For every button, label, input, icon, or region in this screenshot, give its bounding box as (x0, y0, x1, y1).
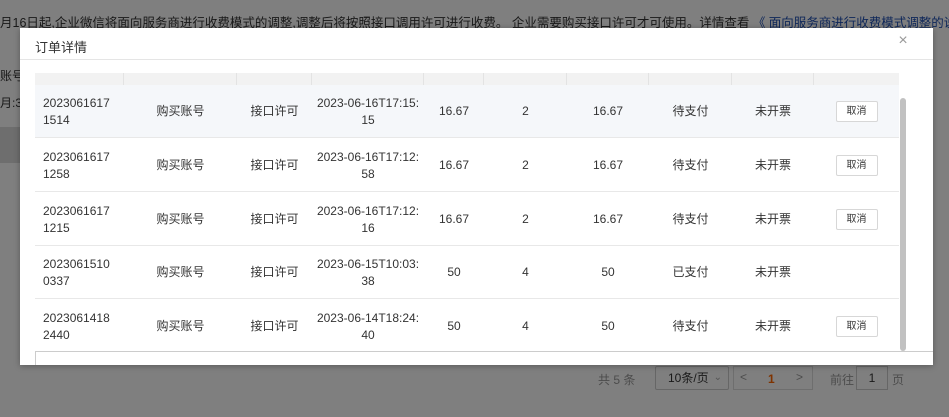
quantity-cell: 4 (522, 265, 529, 279)
quantity-cell: 2 (522, 104, 529, 118)
header-cell (124, 73, 237, 85)
order-number-cell: 2023061418 2440 (43, 310, 110, 342)
order-number-cell: 2023061510 0337 (43, 256, 110, 288)
vertical-scrollbar[interactable] (900, 98, 906, 351)
modal-header: 订单详情 × (20, 28, 933, 60)
amount-cell: 16.67 (592, 212, 624, 226)
type-cell: 接口许可 (250, 265, 299, 279)
product-cell: 购买账号 (156, 212, 205, 226)
price-cell: 50 (447, 265, 461, 279)
type-cell: 接口许可 (250, 104, 299, 118)
header-cell (35, 73, 124, 85)
pay-status-cell: 待支付 (672, 104, 709, 118)
amount-cell: 16.67 (592, 104, 624, 118)
invoice-status-cell: 未开票 (754, 212, 791, 226)
table-row: 2023061617 1215 购买账号 接口许可 2023-06-16T17:1… (35, 193, 899, 246)
table-row: 2023061510 0337 购买账号 接口许可 2023-06-15T10:0… (35, 246, 899, 299)
amount-cell: 16.67 (592, 158, 624, 172)
header-cell (312, 73, 424, 85)
header-cell (814, 73, 899, 85)
invoice-status-cell: 未开票 (754, 104, 791, 118)
quantity-cell: 2 (522, 158, 529, 172)
action-cell: 取消 (814, 85, 899, 138)
header-cell (732, 73, 814, 85)
time-cell: 2023-06-16T17:12: 16 (316, 203, 420, 235)
action-cell: 取消 (814, 300, 899, 351)
product-cell: 购买账号 (156, 319, 205, 333)
table-row: 2023061418 2440 购买账号 接口许可 2023-06-14T18:2… (35, 300, 899, 351)
price-cell: 16.67 (438, 158, 470, 172)
quantity-cell: 4 (522, 319, 529, 333)
order-table: 2023061617 1514 购买账号 接口许可 2023-06-16T17:1… (35, 73, 919, 351)
time-cell: 2023-06-16T17:12: 58 (316, 149, 420, 181)
type-cell: 接口许可 (250, 212, 299, 226)
pay-status-cell: 待支付 (672, 319, 709, 333)
product-cell: 购买账号 (156, 265, 205, 279)
cancel-order-button[interactable]: 取消 (835, 155, 878, 176)
order-number-cell: 2023061617 1258 (43, 149, 110, 181)
modal-title: 订单详情 (35, 40, 88, 55)
amount-cell: 50 (601, 319, 615, 333)
amount-cell: 50 (601, 265, 615, 279)
header-cell (567, 73, 649, 85)
cancel-order-button[interactable]: 取消 (835, 101, 878, 122)
table-row: 2023061617 1258 购买账号 接口许可 2023-06-16T17:1… (35, 139, 899, 192)
pay-status-cell: 待支付 (672, 212, 709, 226)
order-detail-modal: 订单详情 × 2023061617 1514 购买账号 接口许可 2023-06-… (20, 28, 933, 365)
time-cell: 2023-06-15T10:03: 38 (316, 256, 420, 288)
order-number-cell: 2023061617 1514 (43, 95, 110, 127)
header-cell (424, 73, 484, 85)
quantity-cell: 2 (522, 212, 529, 226)
header-cell (484, 73, 567, 85)
horizontal-scrollbar[interactable] (35, 351, 933, 365)
product-cell: 购买账号 (156, 158, 205, 172)
invoice-status-cell: 未开票 (754, 158, 791, 172)
price-cell: 16.67 (438, 212, 470, 226)
pay-status-cell: 待支付 (672, 158, 709, 172)
pay-status-cell: 已支付 (672, 265, 709, 279)
close-icon[interactable]: × (895, 33, 911, 49)
type-cell: 接口许可 (250, 319, 299, 333)
invoice-status-cell: 未开票 (754, 319, 791, 333)
cancel-order-button[interactable]: 取消 (835, 209, 878, 230)
table-row: 2023061617 1514 购买账号 接口许可 2023-06-16T17:1… (35, 85, 899, 138)
header-cell (237, 73, 312, 85)
time-cell: 2023-06-14T18:24: 40 (316, 310, 420, 342)
invoice-status-cell: 未开票 (754, 265, 791, 279)
order-number-cell: 2023061617 1215 (43, 203, 110, 235)
table-header (35, 73, 899, 85)
action-cell: 取消 (814, 139, 899, 192)
cancel-order-button[interactable]: 取消 (835, 316, 878, 337)
product-cell: 购买账号 (156, 104, 205, 118)
action-cell: 取消 (814, 193, 899, 246)
header-cell (649, 73, 732, 85)
price-cell: 16.67 (438, 104, 470, 118)
time-cell: 2023-06-16T17:15: 15 (316, 95, 420, 127)
type-cell: 接口许可 (250, 158, 299, 172)
price-cell: 50 (447, 319, 461, 333)
action-cell (814, 246, 899, 299)
